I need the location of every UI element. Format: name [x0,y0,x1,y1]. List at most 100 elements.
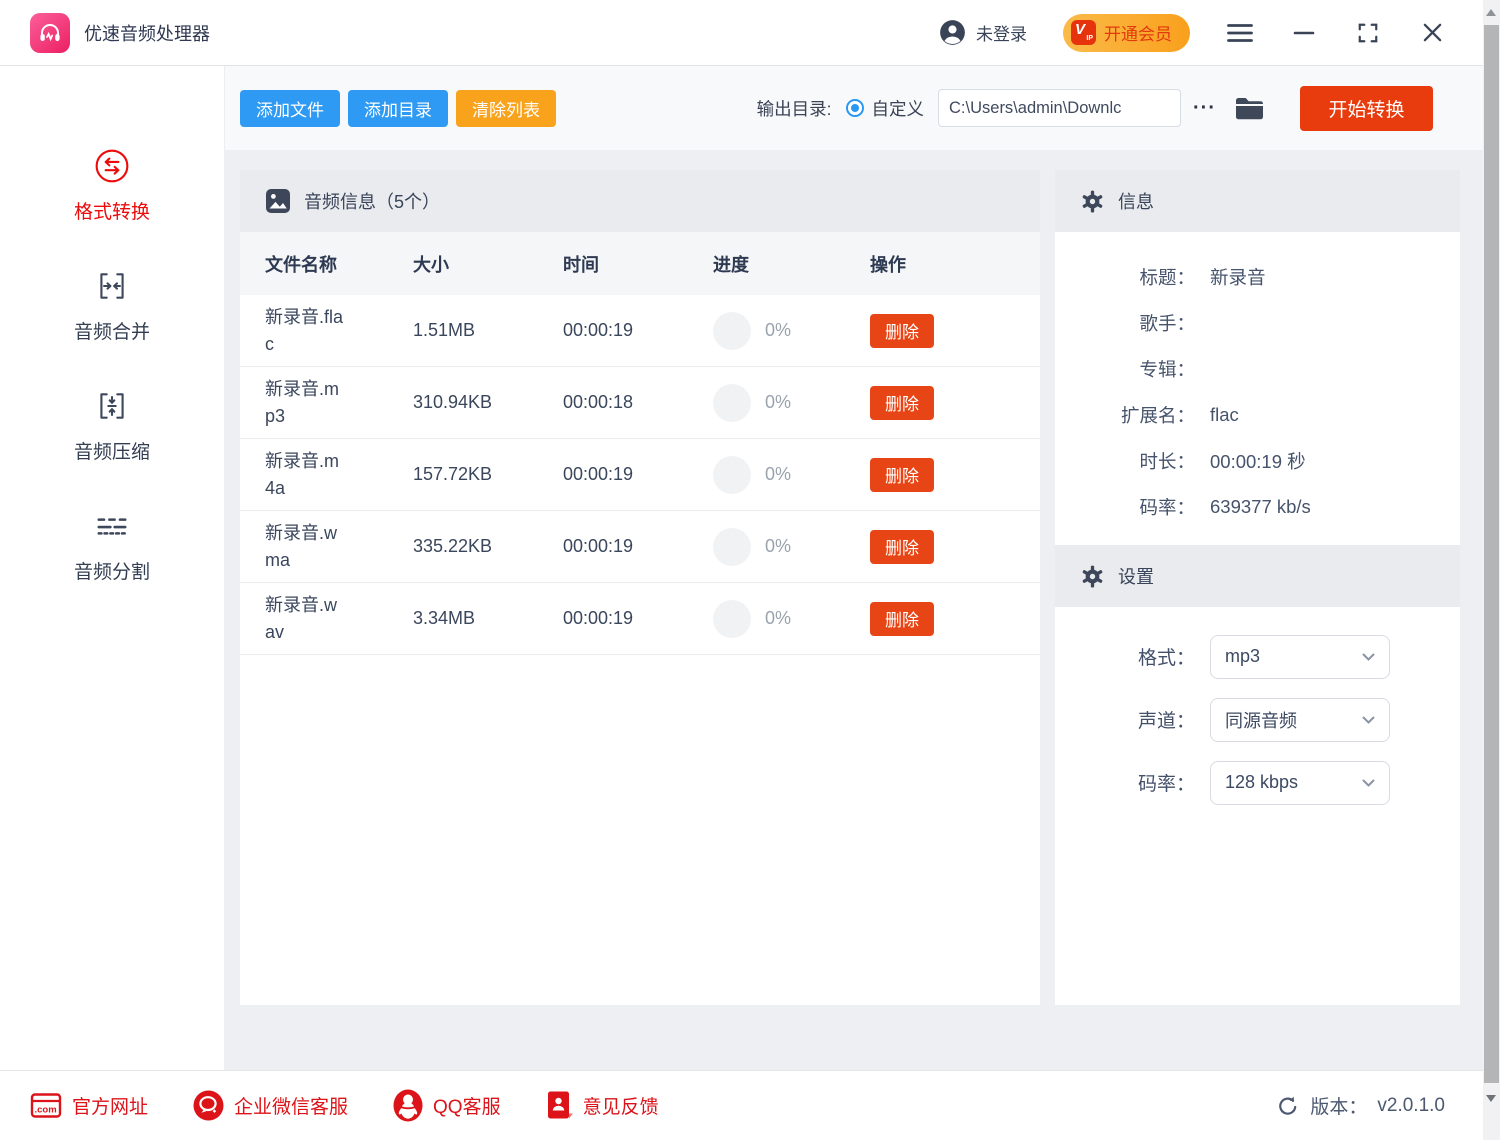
table-row: 新录音.flac 1.51MB 00:00:19 0% 删除 [240,295,1040,367]
progress-text: 0% [765,320,791,341]
field-label: 声道： [1055,706,1195,733]
format-select[interactable]: mp3 [1210,635,1390,679]
table-row: 新录音.mp3 310.94KB 00:00:18 0% 删除 [240,367,1040,439]
titlebar-right: 未登录 V IP 开通会员 [939,14,1446,52]
audio-compress-icon [94,388,130,424]
footer-link-label: QQ客服 [433,1092,501,1119]
scroll-down-icon[interactable] [1486,1095,1496,1102]
vip-button[interactable]: V IP 开通会员 [1063,14,1190,52]
delete-button[interactable]: 删除 [870,602,934,636]
delete-button[interactable]: 删除 [870,314,934,348]
chevron-down-icon [1362,779,1375,787]
vip-icon: V IP [1071,20,1096,45]
sidebar-item-label: 格式转换 [74,197,150,224]
output-path-input[interactable] [938,89,1181,127]
content: 音频信息（5个） 文件名称 大小 时间 进度 操作 新录音.flac 1.51M… [225,150,1483,1005]
add-directory-button[interactable]: 添加目录 [348,90,448,127]
file-size: 335.22KB [413,536,563,557]
avatar-icon [939,19,966,46]
info-title: 信息 [1118,188,1154,214]
field-value: 639377 kb/s [1210,496,1311,518]
delete-button[interactable]: 删除 [870,530,934,564]
field-label: 歌手： [1055,310,1195,336]
file-size: 157.72KB [413,464,563,485]
main-area: 添加文件 添加目录 清除列表 输出目录: 自定义 ··· 开始转换 [225,66,1483,1070]
scrollbar-thumb[interactable] [1484,25,1499,1083]
progress-circle [713,384,751,422]
select-value: 同源音频 [1225,707,1297,733]
maximize-icon[interactable] [1354,19,1382,47]
start-convert-button[interactable]: 开始转换 [1300,86,1433,131]
toolbar: 添加文件 添加目录 清除列表 输出目录: 自定义 ··· 开始转换 [225,66,1483,150]
file-time: 00:00:19 [563,320,713,341]
custom-radio[interactable] [846,99,864,117]
qq-service-link[interactable]: QQ客服 [393,1089,501,1122]
refresh-icon[interactable] [1276,1094,1300,1118]
col-time: 时间 [563,251,713,277]
feedback-link[interactable]: 意见反馈 [546,1090,659,1121]
field-label: 码率： [1055,494,1195,520]
feedback-icon [546,1090,573,1121]
sidebar-item-format-convert[interactable]: 格式转换 [0,148,224,224]
menu-icon[interactable] [1226,19,1254,47]
sidebar-item-label: 音频压缩 [74,437,150,464]
file-name: 新录音.m4a [265,448,345,500]
field-value: flac [1210,404,1239,426]
footer-link-label: 官方网址 [72,1092,148,1119]
field-label: 码率： [1055,769,1195,796]
footer-link-label: 企业微信客服 [234,1092,348,1119]
progress-circle [713,600,751,638]
info-field: 歌手： [1055,300,1460,346]
vip-label: 开通会员 [1104,20,1172,45]
vertical-scrollbar[interactable] [1483,0,1500,1140]
field-label: 标题： [1055,264,1195,290]
minimize-icon[interactable] [1290,19,1318,47]
sidebar-item-audio-split[interactable]: 音频分割 [0,508,224,584]
audio-merge-icon [94,268,130,304]
close-icon[interactable] [1418,19,1446,47]
sidebar-item-audio-compress[interactable]: 音频压缩 [0,388,224,464]
sidebar-item-label: 音频分割 [74,557,150,584]
official-site-link[interactable]: .com 官方网址 [30,1092,148,1119]
select-value: 128 kbps [1225,772,1298,793]
app-logo-icon [30,13,70,53]
info-field: 标题： 新录音 [1055,254,1460,300]
table-row: 新录音.wav 3.34MB 00:00:19 0% 删除 [240,583,1040,655]
audio-split-icon [94,508,130,544]
bitrate-select[interactable]: 128 kbps [1210,761,1390,805]
footer-link-label: 意见反馈 [583,1092,659,1119]
settings-field: 码率： 128 kbps [1055,751,1460,814]
footer: .com 官方网址 企业微信客服 QQ客服 [0,1070,1483,1140]
image-icon [265,188,291,214]
website-icon: .com [30,1092,62,1119]
table-row: 新录音.wma 335.22KB 00:00:19 0% 删除 [240,511,1040,583]
field-label: 专辑： [1055,356,1195,382]
col-action: 操作 [870,251,1040,277]
file-size: 1.51MB [413,320,563,341]
settings-title: 设置 [1118,563,1154,589]
delete-button[interactable]: 删除 [870,458,934,492]
info-field: 时长： 00:00:19 秒 [1055,438,1460,484]
browse-more-button[interactable]: ··· [1193,97,1216,120]
info-field: 码率： 639377 kb/s [1055,484,1460,530]
channel-select[interactable]: 同源音频 [1210,698,1390,742]
col-file-name: 文件名称 [240,251,413,277]
user-account[interactable]: 未登录 [939,19,1027,46]
wechat-service-link[interactable]: 企业微信客服 [193,1090,348,1121]
scroll-up-icon[interactable] [1486,9,1496,16]
col-size: 大小 [413,251,563,277]
progress-text: 0% [765,392,791,413]
field-label: 格式： [1055,643,1195,670]
field-value: 00:00:19 秒 [1210,448,1306,474]
progress-text: 0% [765,608,791,629]
vip-icon-ip: IP [1086,35,1093,42]
clear-list-button[interactable]: 清除列表 [456,90,556,127]
progress-circle [713,528,751,566]
folder-icon[interactable] [1234,95,1265,122]
add-file-button[interactable]: 添加文件 [240,90,340,127]
delete-button[interactable]: 删除 [870,386,934,420]
settings-field: 格式： mp3 [1055,625,1460,688]
sidebar-item-audio-merge[interactable]: 音频合并 [0,268,224,344]
audio-list-title: 音频信息（5个） [304,188,440,214]
version-value: v2.0.1.0 [1377,1095,1445,1117]
